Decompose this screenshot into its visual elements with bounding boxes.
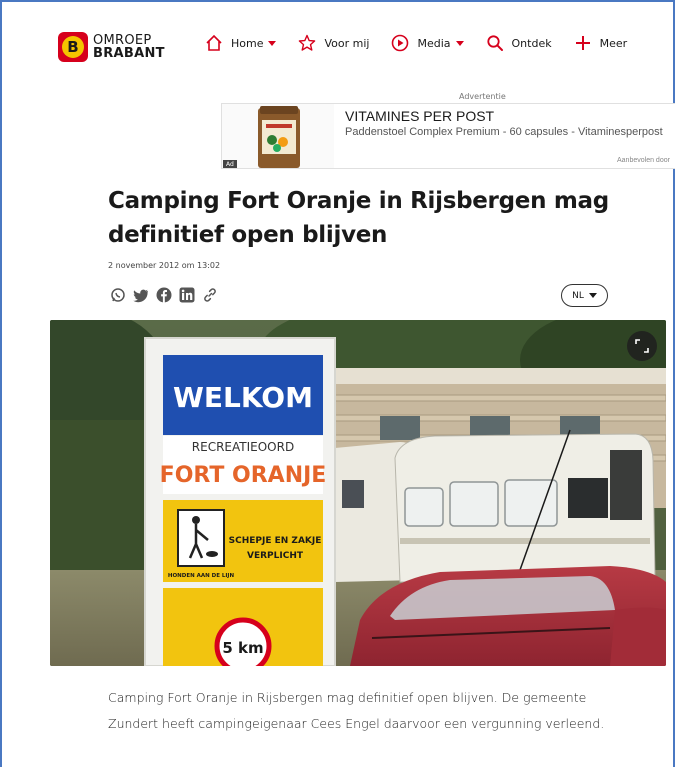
- share-bar: [110, 287, 225, 303]
- nav-item-meer[interactable]: Meer: [574, 34, 628, 52]
- plus-icon: [575, 36, 590, 50]
- sign-notice-line-1: SCHEPJE EN ZAKJE: [229, 536, 322, 546]
- window-border-top: [0, 0, 675, 2]
- main-nav: Home Voor mij Media Ontdek Meer: [205, 34, 649, 52]
- nav-item-voor-mij[interactable]: Voor mij: [298, 34, 369, 52]
- whatsapp-icon[interactable]: [110, 287, 126, 303]
- site-header: B OMROEP BRABANT Home Voor mij Media Ont…: [0, 14, 675, 74]
- logo-line-2: BRABANT: [93, 46, 165, 61]
- chevron-down-icon: [455, 40, 464, 46]
- nav-label-ontdek: Ontdek: [511, 36, 552, 50]
- omroep-brabant-logo[interactable]: B OMROEP BRABANT: [58, 32, 165, 62]
- twitter-icon[interactable]: [133, 287, 149, 303]
- logo-mark-icon: B: [58, 32, 88, 62]
- sign-notice-line-3: HONDEN AAN DE LIJN: [168, 573, 235, 579]
- sign-welcome-text: WELKOM: [173, 381, 313, 414]
- nav-label-media: Media: [417, 36, 451, 50]
- play-icon: [392, 34, 409, 52]
- sign-notice-line-2: VERPLICHT: [247, 551, 304, 561]
- ad-choices-badge: Ad: [223, 160, 237, 168]
- advertisement-label: Advertentie: [459, 92, 506, 101]
- ad-recommended-by: Aanbevolen door: [617, 157, 670, 164]
- link-icon[interactable]: [202, 287, 218, 303]
- ad-subtitle: Paddenstoel Complex Premium - 60 capsule…: [345, 126, 663, 138]
- article-date: 2 november 2012 om 13:02: [108, 261, 221, 270]
- chevron-down-icon: [268, 40, 277, 46]
- language-label: NL: [572, 290, 584, 301]
- search-icon: [486, 35, 503, 51]
- sign-recreatie-text: RECREATIEOORD: [192, 440, 294, 454]
- advertisement-banner[interactable]: Ad VITAMINES PER POST Paddenstoel Comple…: [221, 103, 675, 169]
- chevron-down-icon: [588, 293, 597, 298]
- home-icon: [206, 34, 222, 51]
- ad-product-image: Ad: [222, 104, 334, 168]
- nav-item-ontdek[interactable]: Ontdek: [486, 34, 552, 52]
- facebook-icon[interactable]: [156, 287, 172, 303]
- nav-label-home: Home: [231, 36, 264, 50]
- fullscreen-icon[interactable]: [627, 331, 657, 361]
- sign-name-text: FORT ORANJE: [160, 463, 327, 488]
- star-icon: [299, 34, 316, 51]
- nav-label-voor-mij: Voor mij: [324, 36, 370, 50]
- language-selector[interactable]: NL: [561, 284, 608, 307]
- article-title: Camping Fort Oranje in Rijsbergen mag de…: [108, 188, 609, 248]
- ad-title: VITAMINES PER POST: [345, 108, 495, 124]
- article-body: Camping Fort Oranje in Rijsbergen mag de…: [108, 690, 605, 731]
- camping-photo: WELKOM RECREATIEOORD FORT ORANJE SCHEPJE…: [50, 320, 666, 666]
- nav-item-media[interactable]: Media: [391, 34, 464, 52]
- nav-item-home[interactable]: Home: [205, 34, 277, 52]
- article-photo[interactable]: WELKOM RECREATIEOORD FORT ORANJE SCHEPJE…: [50, 320, 666, 666]
- window-border-left: [0, 0, 2, 767]
- linkedin-icon[interactable]: [179, 287, 195, 303]
- sign-speed-text: 5 km: [222, 639, 263, 657]
- nav-label-meer: Meer: [599, 36, 628, 50]
